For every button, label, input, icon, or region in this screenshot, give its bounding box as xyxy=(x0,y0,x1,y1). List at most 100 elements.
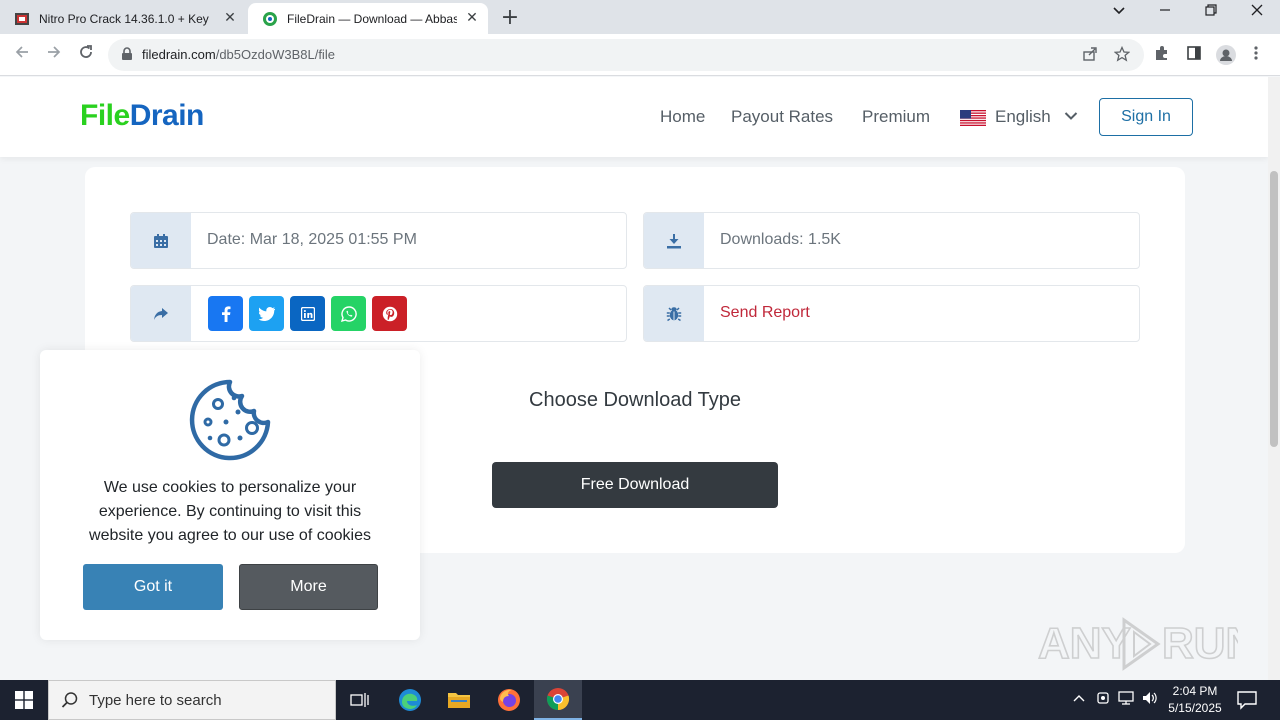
pinterest-share-button[interactable] xyxy=(372,296,407,331)
tab-close-icon[interactable]: ✕ xyxy=(464,10,480,26)
taskbar-file-explorer-button[interactable] xyxy=(435,680,483,720)
watermark-text-any: ANY xyxy=(1038,619,1131,668)
browser-toolbar: filedrain.com/db5OzdoW3B8L/file xyxy=(0,34,1280,76)
cookie-consent-popup: We use cookies to personalize your exper… xyxy=(40,350,420,640)
free-download-button[interactable]: Free Download xyxy=(492,462,778,508)
taskbar-edge-button[interactable] xyxy=(386,680,434,720)
whatsapp-icon xyxy=(340,305,357,322)
bug-icon xyxy=(666,307,682,322)
send-report-link[interactable]: Send Report xyxy=(720,304,810,322)
restore-button[interactable] xyxy=(1197,4,1225,20)
cookie-accept-button[interactable]: Got it xyxy=(83,564,223,610)
extensions-puzzle-icon[interactable] xyxy=(1152,45,1172,65)
edge-icon xyxy=(399,689,421,711)
cookie-icon xyxy=(189,379,271,461)
taskbar-search-box[interactable]: Type here to search xyxy=(48,680,336,720)
browser-menu-icon[interactable] xyxy=(1246,45,1266,65)
download-icon-box xyxy=(644,213,704,268)
tab-title: Nitro Pro Crack 14.36.1.0 + Keyg xyxy=(39,11,209,26)
tray-overflow-chevron-icon[interactable] xyxy=(1070,691,1088,706)
forward-button[interactable] xyxy=(43,44,65,66)
page-scrollbar[interactable] xyxy=(1268,77,1280,680)
share-arrow-icon xyxy=(154,307,168,320)
download-count-text: Downloads: 1.5K xyxy=(720,231,841,248)
url-path: /db5OzdoW3B8L/file xyxy=(215,47,335,62)
pinterest-icon xyxy=(382,306,397,321)
tab-favicon-icon xyxy=(15,12,29,25)
upload-date-text: Date: Mar 18, 2025 01:55 PM xyxy=(207,231,417,248)
watermark-text-run: RUN xyxy=(1162,619,1238,668)
tray-device-icon[interactable] xyxy=(1094,691,1112,709)
reload-button[interactable] xyxy=(75,44,97,66)
nav-premium-link[interactable]: Premium xyxy=(862,107,930,127)
us-flag-icon xyxy=(960,110,986,126)
minimize-button[interactable] xyxy=(1151,4,1179,20)
sign-in-button[interactable]: Sign In xyxy=(1099,98,1193,136)
nav-payout-rates-link[interactable]: Payout Rates xyxy=(731,107,833,127)
browser-tab-bar: Nitro Pro Crack 14.36.1.0 + Keyg ✕ FileD… xyxy=(0,0,1280,34)
task-view-button[interactable] xyxy=(336,680,384,720)
calendar-icon xyxy=(154,233,168,248)
tab-filedrain[interactable]: FileDrain — Download — Abbas ✕ xyxy=(248,3,488,34)
firefox-icon xyxy=(498,689,520,711)
cookie-more-button[interactable]: More xyxy=(239,564,378,610)
address-bar[interactable]: filedrain.com/db5OzdoW3B8L/file xyxy=(108,39,1144,71)
taskbar-firefox-button[interactable] xyxy=(485,680,533,720)
filedrain-logo[interactable]: FileDrain xyxy=(80,99,204,133)
tab-close-icon[interactable]: ✕ xyxy=(222,10,238,26)
chevron-down-icon[interactable] xyxy=(1064,111,1078,121)
download-count-box: Downloads: 1.5K xyxy=(643,212,1140,269)
windows-taskbar: Type here to search 2:04 PM 5/15/2025 xyxy=(0,680,1280,720)
facebook-icon xyxy=(221,305,230,322)
side-panel-icon[interactable] xyxy=(1184,45,1204,65)
tab-title: FileDrain — Download — Abbas xyxy=(287,11,457,26)
logo-part-file: File xyxy=(80,99,130,132)
task-view-icon xyxy=(350,693,369,707)
search-placeholder: Type here to search xyxy=(89,692,222,709)
new-tab-button[interactable]: + xyxy=(498,5,522,30)
bookmark-star-icon[interactable] xyxy=(1113,45,1131,64)
share-box xyxy=(130,285,627,342)
scrollbar-thumb[interactable] xyxy=(1270,171,1278,447)
language-selector[interactable]: English xyxy=(995,107,1051,127)
taskbar-clock[interactable]: 2:04 PM 5/15/2025 xyxy=(1160,683,1230,717)
network-icon[interactable] xyxy=(1117,691,1135,709)
site-header: FileDrain Home Payout Rates Premium Engl… xyxy=(0,77,1268,157)
tab-nitro-pro[interactable]: Nitro Pro Crack 14.36.1.0 + Keyg ✕ xyxy=(0,3,246,34)
linkedin-icon xyxy=(300,306,315,321)
folder-icon xyxy=(448,693,470,708)
twitter-icon xyxy=(258,306,275,321)
upload-date-box: Date: Mar 18, 2025 01:55 PM xyxy=(130,212,627,269)
page-viewport: FileDrain Home Payout Rates Premium Engl… xyxy=(0,77,1268,680)
lock-icon[interactable] xyxy=(120,47,134,61)
url-text: filedrain.com/db5OzdoW3B8L/file xyxy=(142,47,335,62)
close-window-button[interactable] xyxy=(1243,4,1271,20)
windows-logo-icon xyxy=(15,691,33,709)
twitter-share-button[interactable] xyxy=(249,296,284,331)
nav-home-link[interactable]: Home xyxy=(660,107,705,127)
download-icon xyxy=(667,233,681,248)
volume-icon[interactable] xyxy=(1141,691,1159,709)
profile-avatar-icon[interactable] xyxy=(1216,45,1236,65)
send-report-box[interactable]: Send Report xyxy=(643,285,1140,342)
whatsapp-share-button[interactable] xyxy=(331,296,366,331)
clock-date: 5/15/2025 xyxy=(1168,701,1222,715)
share-page-icon[interactable] xyxy=(1081,46,1099,64)
back-button[interactable] xyxy=(11,44,33,66)
anyrun-watermark-logo: ANY RUN xyxy=(1038,617,1238,671)
facebook-share-button[interactable] xyxy=(208,296,243,331)
chrome-icon xyxy=(546,688,570,711)
tab-favicon-icon xyxy=(263,11,277,26)
notification-center-icon[interactable] xyxy=(1236,690,1258,710)
linkedin-share-button[interactable] xyxy=(290,296,325,331)
start-button[interactable] xyxy=(0,680,48,720)
cookie-message: We use cookies to personalize your exper… xyxy=(89,479,371,544)
taskbar-chrome-button[interactable] xyxy=(534,680,582,720)
tab-search-icon[interactable] xyxy=(1105,4,1133,20)
clock-time: 2:04 PM xyxy=(1172,684,1218,698)
share-icon-box xyxy=(131,286,191,341)
bug-icon-box xyxy=(644,286,704,341)
calendar-icon-box xyxy=(131,213,191,268)
logo-part-drain: Drain xyxy=(129,99,205,132)
search-icon xyxy=(61,692,78,708)
